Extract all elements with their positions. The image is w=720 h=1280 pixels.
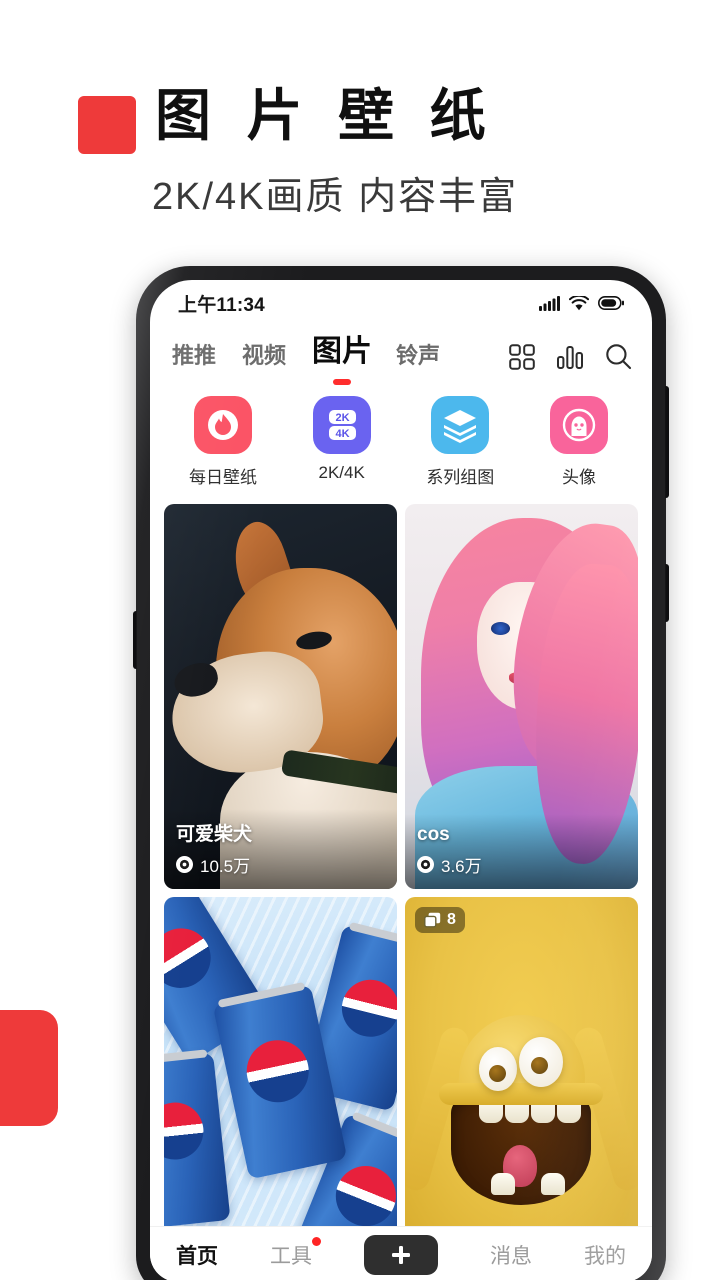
tab-ringtone[interactable]: 铃声 xyxy=(396,338,440,376)
tab-active-indicator xyxy=(333,379,352,385)
image-count-value: 8 xyxy=(447,911,456,928)
wallpaper-card-pepsi[interactable] xyxy=(164,897,397,1237)
phone-side-button-left[interactable] xyxy=(133,611,137,669)
wallpaper-card-emoji[interactable]: 8 xyxy=(405,897,638,1237)
tab-tuitui[interactable]: 推推 xyxy=(172,338,216,376)
tab-label: 视频 xyxy=(242,343,287,368)
image-count-badge: 8 xyxy=(415,907,465,933)
bottom-tab-label: 我的 xyxy=(584,1244,626,1268)
wallpaper-grid: 可爱柴犬 10.5万 cos 3.6万 8 xyxy=(150,488,652,1237)
decorative-red-square xyxy=(78,96,136,154)
wallpaper-image-pepsi xyxy=(164,897,397,1237)
card-title: cos xyxy=(417,824,450,845)
card-views: 10.5万 xyxy=(176,852,385,877)
avatar-icon xyxy=(549,396,608,454)
card-views-count: 10.5万 xyxy=(200,857,251,876)
signal-icon xyxy=(539,295,560,311)
category-label: 系列组图 xyxy=(426,468,495,487)
wallpaper-card-cos[interactable]: cos 3.6万 xyxy=(405,504,638,889)
category-series[interactable]: 系列组图 xyxy=(421,396,499,488)
bottom-tab-mine[interactable]: 我的 xyxy=(584,1240,626,1270)
category-avatar[interactable]: 头像 xyxy=(540,396,618,488)
stack-icon xyxy=(424,912,441,928)
category-daily-wallpaper[interactable]: 每日壁纸 xyxy=(184,396,262,488)
wifi-icon xyxy=(569,295,589,310)
eye-icon xyxy=(176,856,193,873)
wallpaper-image-emoji xyxy=(405,897,638,1237)
category-2k4k[interactable]: 2K 4K 2K/4K xyxy=(303,396,381,488)
grid-icon[interactable] xyxy=(509,343,535,370)
top-nav: 推推 视频 图片 铃声 xyxy=(150,320,652,385)
category-row: 每日壁纸 2K 4K 2K/4K 系列组图 头像 xyxy=(150,376,652,488)
bottom-tab-label: 消息 xyxy=(490,1244,532,1268)
status-time: 上午11:34 xyxy=(178,294,265,316)
page-subtitle: 2K/4K画质 内容丰富 xyxy=(152,176,519,218)
category-label: 2K/4K xyxy=(318,463,365,482)
search-icon[interactable] xyxy=(605,343,632,370)
flame-icon xyxy=(194,396,252,454)
plus-icon xyxy=(392,1245,410,1264)
phone-screen: 上午11:34 推推 视频 图片 铃声 每日壁纸 2K 4K 2K/4K 系列组… xyxy=(150,280,652,1280)
eye-icon xyxy=(417,856,434,873)
quality-icon: 2K 4K xyxy=(312,396,371,454)
bottom-tab-messages[interactable]: 消息 xyxy=(490,1240,532,1270)
ranking-icon[interactable] xyxy=(557,344,583,370)
card-views-count: 3.6万 xyxy=(441,857,482,876)
bottom-tab-label: 工具 xyxy=(270,1244,312,1268)
decorative-red-edge-block xyxy=(0,1010,58,1126)
category-label: 头像 xyxy=(561,468,596,487)
tab-image[interactable]: 图片 xyxy=(312,326,373,385)
nav-icon-group xyxy=(509,343,632,376)
status-bar: 上午11:34 xyxy=(150,280,652,320)
bottom-tab-home[interactable]: 首页 xyxy=(176,1240,218,1270)
card-overlay: 可爱柴犬 10.5万 xyxy=(164,809,397,889)
bottom-tab-label: 首页 xyxy=(176,1244,218,1268)
phone-mockup: 上午11:34 推推 视频 图片 铃声 每日壁纸 2K 4K 2K/4K 系列组… xyxy=(133,266,669,1280)
category-label: 每日壁纸 xyxy=(189,468,257,487)
bottom-tabbar: 首页 工具 消息 我的 xyxy=(150,1226,652,1280)
card-views: 3.6万 xyxy=(417,852,626,877)
notification-badge-dot xyxy=(312,1236,321,1246)
status-icon-group xyxy=(539,295,624,311)
tab-video[interactable]: 视频 xyxy=(242,338,286,376)
layers-icon xyxy=(431,396,490,454)
tab-label: 推推 xyxy=(172,343,217,368)
create-button[interactable] xyxy=(364,1234,438,1275)
card-overlay: cos 3.6万 xyxy=(405,814,638,889)
svg-text:2K: 2K xyxy=(335,412,349,424)
svg-text:4K: 4K xyxy=(335,428,349,440)
tab-label: 铃声 xyxy=(396,343,441,368)
promo-page: 图 片 壁 纸 2K/4K画质 内容丰富 上午11:34 推推 视频 图片 铃声… xyxy=(0,0,720,1280)
page-title: 图 片 壁 纸 xyxy=(155,84,496,147)
card-title: 可爱柴犬 xyxy=(176,824,253,845)
bottom-tab-tools[interactable]: 工具 xyxy=(270,1236,321,1270)
phone-power-button[interactable] xyxy=(665,564,669,622)
tab-label: 图片 xyxy=(312,335,373,368)
wallpaper-card-shiba[interactable]: 可爱柴犬 10.5万 xyxy=(164,504,397,889)
phone-volume-button[interactable] xyxy=(665,386,669,498)
battery-icon xyxy=(598,296,624,310)
